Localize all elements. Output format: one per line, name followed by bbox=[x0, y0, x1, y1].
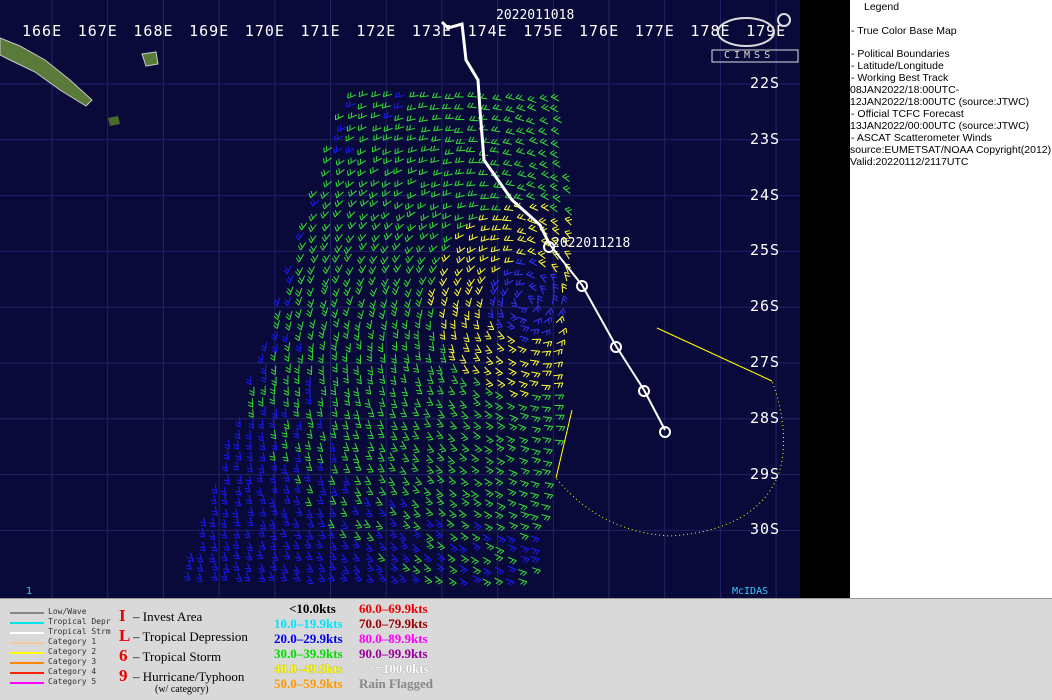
lat-label: 24S bbox=[750, 186, 780, 204]
lon-label: 173E bbox=[412, 22, 452, 40]
ascat-wind-barbs bbox=[184, 91, 572, 586]
lon-label: 170E bbox=[245, 22, 285, 40]
track-key-label: Category 3 bbox=[48, 657, 96, 666]
legend-line: - Official TCFC Forecast bbox=[851, 108, 964, 120]
legend-line: 13JAN2022/00:00UTC (source:JTWC) bbox=[850, 120, 1029, 132]
symbol-key-glyph: L bbox=[119, 626, 130, 646]
frame-number: 1 bbox=[26, 586, 32, 597]
speed-key-label: 60.0–69.9kts bbox=[359, 601, 428, 617]
lat-label: 22S bbox=[750, 74, 780, 92]
track-key-swatch bbox=[10, 682, 44, 684]
lat-label: 30S bbox=[750, 520, 780, 538]
lat-label: 28S bbox=[750, 409, 780, 427]
legend-line: - ASCAT Scatterometer Winds bbox=[851, 132, 992, 144]
symbol-key-glyph: 9 bbox=[119, 666, 128, 686]
lon-label: 171E bbox=[301, 22, 341, 40]
cimss-logo-text: CIMSS bbox=[724, 50, 774, 61]
satellite-map: 166E 167E 168E 169E 170E 171E 172E 173E 174E 175E… bbox=[0, 0, 800, 598]
speed-key-label: >=100.0kts bbox=[368, 661, 429, 677]
track-key-label: Tropical Depr bbox=[48, 617, 111, 626]
legend-line: - True Color Base Map bbox=[851, 25, 957, 37]
track-label-current: 2022011218 bbox=[552, 236, 630, 251]
island-small bbox=[142, 52, 158, 66]
legend-line: - Political Boundaries bbox=[851, 48, 950, 60]
speed-key-label: 90.0–99.9kts bbox=[359, 646, 428, 662]
track-key-label: Category 2 bbox=[48, 647, 96, 656]
lat-label: 29S bbox=[750, 465, 780, 483]
legend-panel: Legend - True Color Base Map - Political … bbox=[850, 0, 1052, 598]
legend-line: - Working Best Track bbox=[851, 72, 948, 84]
symbol-note: (w/ category) bbox=[155, 684, 209, 695]
track-key-label: Category 5 bbox=[48, 677, 96, 686]
island-speck bbox=[108, 116, 120, 126]
track-key-label: Tropical Strm bbox=[48, 627, 111, 636]
lon-label: 168E bbox=[133, 22, 173, 40]
symbol-key-label: – Hurricane/Typhoon bbox=[133, 669, 244, 685]
storm-symbols bbox=[544, 242, 670, 437]
speed-key-label: 70.0–79.9kts bbox=[359, 616, 428, 632]
lat-label: 23S bbox=[750, 130, 780, 148]
lon-label: 172E bbox=[356, 22, 396, 40]
track-key-swatch bbox=[10, 652, 44, 654]
legend-line: 08JAN2022/18:00UTC- bbox=[850, 84, 959, 96]
cimss-logo: CIMSS bbox=[706, 10, 800, 66]
track-key-swatch bbox=[10, 662, 44, 664]
legend-line: Valid:20220112/2117UTC bbox=[850, 156, 969, 168]
legend-title: Legend bbox=[864, 1, 899, 13]
symbol-key-label: – Tropical Storm bbox=[133, 649, 221, 665]
track-key-label: Low/Wave bbox=[48, 607, 87, 616]
track-key-swatch bbox=[10, 672, 44, 674]
track-key-swatch bbox=[10, 642, 44, 644]
wind-field-svg bbox=[0, 0, 800, 598]
mcidas-label: McIDAS bbox=[732, 586, 768, 597]
lat-label: 27S bbox=[750, 353, 780, 371]
symbol-key-glyph: 6 bbox=[119, 646, 128, 666]
lat-label: 26S bbox=[750, 297, 780, 315]
symbol-key-label: – Invest Area bbox=[133, 609, 202, 625]
lon-label: 176E bbox=[579, 22, 619, 40]
symbol-key-label: – Tropical Depression bbox=[133, 629, 248, 645]
legend-line: 12JAN2022/18:00UTC (source:JTWC) bbox=[850, 96, 1029, 108]
track-label-top: 2022011018 bbox=[496, 8, 574, 23]
lat-lon-grid bbox=[0, 0, 800, 598]
speed-key-label: 20.0–29.9kts bbox=[274, 631, 343, 647]
lon-label: 175E bbox=[523, 22, 563, 40]
bottom-key-bar: Low/WaveTropical DeprTropical StrmCatego… bbox=[0, 598, 1052, 700]
speed-key-label: 10.0–19.9kts bbox=[274, 616, 343, 632]
speed-key-label: 50.0–59.9kts bbox=[274, 676, 343, 692]
legend-line: - Latitude/Longitude bbox=[851, 60, 944, 72]
speed-key-label: Rain Flagged bbox=[359, 676, 433, 692]
lon-label: 174E bbox=[468, 22, 508, 40]
track-key-label: Category 1 bbox=[48, 637, 96, 646]
track-key-swatch bbox=[10, 622, 44, 624]
lat-label: 25S bbox=[750, 241, 780, 259]
track-key-label: Category 4 bbox=[48, 667, 96, 676]
lon-label: 166E bbox=[22, 22, 62, 40]
speed-key-label: 40.0–49.9kts bbox=[274, 661, 343, 677]
lon-label: 169E bbox=[189, 22, 229, 40]
symbol-key-glyph: I bbox=[119, 606, 126, 626]
speed-key-label: <10.0kts bbox=[289, 601, 336, 617]
new-caledonia-island bbox=[0, 38, 92, 106]
speed-key-label: 30.0–39.9kts bbox=[274, 646, 343, 662]
speed-key-label: 80.0–89.9kts bbox=[359, 631, 428, 647]
track-key-swatch bbox=[10, 612, 44, 614]
lon-label: 177E bbox=[635, 22, 675, 40]
legend-line: source:EUMETSAT/NOAA Copyright(2012) bbox=[850, 144, 1051, 156]
track-key-swatch bbox=[10, 632, 44, 634]
lon-label: 167E bbox=[78, 22, 118, 40]
